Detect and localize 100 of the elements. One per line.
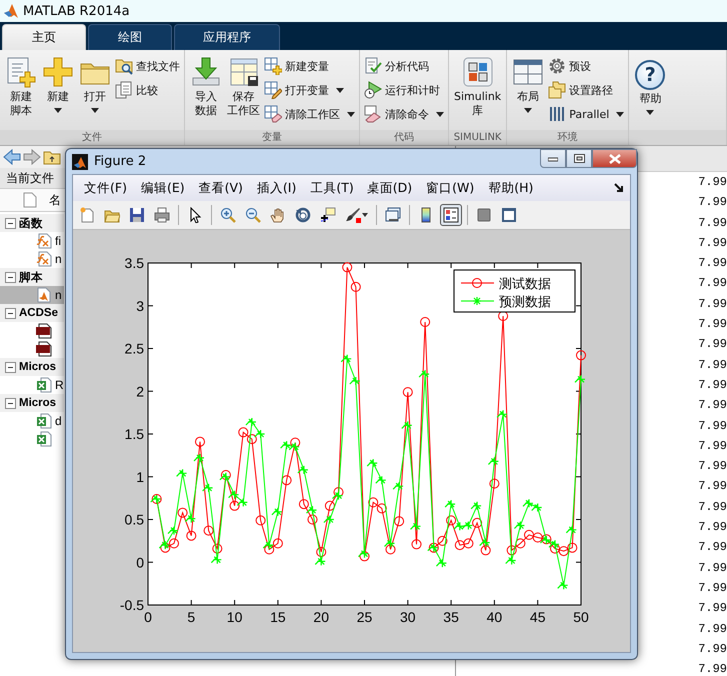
point: [558, 546, 569, 556]
rotate-icon: [295, 207, 311, 223]
tick-label: 5: [187, 609, 196, 625]
menu-item[interactable]: 帮助(H): [481, 180, 540, 196]
ribbon-button[interactable]: 比较: [114, 80, 181, 100]
ribbon-button[interactable]: 保存 工作区: [225, 54, 262, 130]
point: [470, 501, 482, 510]
column-header[interactable]: 名: [49, 192, 61, 208]
point: [236, 498, 248, 507]
output-line: 7.99: [698, 336, 727, 354]
ribbon-tab[interactable]: 主页: [2, 24, 86, 50]
output-line: 7.99: [698, 255, 727, 272]
point: [202, 483, 214, 492]
ribbon-button[interactable]: 设置路径: [547, 80, 626, 100]
file-item[interactable]: n: [0, 286, 64, 304]
close-button[interactable]: [592, 149, 637, 168]
maximize-button[interactable]: [566, 149, 592, 168]
file-item[interactable]: R: [0, 376, 64, 394]
print-icon: [154, 207, 170, 223]
ribbon-button[interactable]: 运行和计时: [363, 80, 445, 100]
ribbon-button[interactable]: 清除命令: [363, 104, 445, 124]
ribbon-button[interactable]: 布局: [510, 54, 546, 130]
point: [360, 551, 370, 562]
ribbon-button[interactable]: ? 帮助: [632, 54, 668, 130]
point: [246, 434, 257, 444]
menu-item[interactable]: 编辑(E): [134, 180, 192, 196]
zoom-out-icon: [245, 207, 261, 223]
point: [340, 354, 352, 364]
point: [437, 536, 448, 546]
minimize-button[interactable]: [540, 149, 566, 168]
tick-label: 10: [226, 609, 242, 625]
tree-group[interactable]: Micros: [0, 394, 64, 412]
ribbon-button[interactable]: 分析代码: [363, 56, 445, 76]
image-file-icon: [36, 341, 52, 357]
toolbar-button[interactable]: [440, 204, 462, 226]
point: [358, 549, 370, 558]
point: [349, 376, 360, 386]
close-icon: [608, 154, 620, 164]
square-icon: [476, 207, 492, 223]
tick-label: 3: [136, 298, 144, 314]
import-arrow-icon: [190, 56, 222, 88]
bars-icon: [548, 105, 566, 123]
ribbon-button[interactable]: 清除工作区: [263, 104, 356, 124]
dock-arrow-icon[interactable]: [614, 183, 624, 193]
ribbon-button[interactable]: 打开变量: [263, 80, 356, 100]
spreadsheet-file-icon: [36, 377, 52, 393]
play-clock-icon: [364, 81, 382, 99]
point: [298, 499, 309, 510]
output-line: 7.99: [698, 296, 727, 313]
output-line: 7.99: [698, 640, 727, 658]
tick-label: 1.5: [124, 426, 144, 442]
point: [548, 540, 560, 549]
tree-group[interactable]: ACDSe: [0, 304, 64, 322]
tree-group[interactable]: 函数: [0, 214, 64, 232]
point: [394, 516, 404, 526]
back-arrow-icon[interactable]: [3, 149, 21, 165]
menu-item[interactable]: 桌面(D): [360, 180, 420, 196]
file-item[interactable]: n: [0, 250, 64, 268]
point: [515, 538, 526, 548]
point: [212, 544, 222, 554]
point: [167, 526, 179, 536]
ribbon-button[interactable]: 查找文件: [114, 56, 181, 76]
ribbon-button[interactable]: 新建变量: [263, 56, 356, 76]
tick-label: 0.5: [124, 512, 144, 528]
output-line: 7.99: [698, 214, 727, 232]
menu-item[interactable]: 工具(T): [303, 180, 360, 196]
output-line: 7.99: [698, 458, 727, 476]
ribbon-button[interactable]: Parallel: [547, 104, 626, 124]
point: [496, 410, 508, 419]
point: [184, 514, 196, 524]
output-line: 7.99: [698, 539, 727, 556]
window-frame-icon: [501, 207, 517, 223]
point: [186, 530, 196, 541]
group-label: SIMULINK: [449, 130, 506, 145]
file-item[interactable]: d: [0, 412, 64, 430]
output-line: 7.99: [698, 316, 727, 334]
tree-group[interactable]: Micros: [0, 358, 64, 376]
point: [288, 442, 300, 452]
menu-item[interactable]: 查看(V): [192, 180, 250, 196]
ribbon-button[interactable]: 导入 数据: [188, 54, 224, 130]
folders-icon: [548, 81, 566, 99]
point: [436, 558, 447, 568]
menu-item[interactable]: 插入(I): [250, 180, 304, 196]
point: [522, 498, 534, 508]
ribbon-tab[interactable]: 绘图: [88, 24, 172, 50]
point: [158, 540, 170, 550]
ribbon-button[interactable]: 新建: [40, 54, 76, 130]
tree-group[interactable]: 脚本: [0, 268, 64, 286]
ribbon-button[interactable]: 预设: [547, 56, 626, 76]
file-item[interactable]: fi: [0, 232, 64, 250]
up-folder-icon[interactable]: [43, 149, 61, 165]
hand-icon: [270, 207, 286, 223]
ribbon-button[interactable]: 打开: [77, 54, 113, 130]
menu-item[interactable]: 窗口(W): [419, 180, 482, 196]
ribbon-button[interactable]: 新建 脚本: [3, 54, 39, 130]
legend-swatch: [460, 296, 494, 306]
ribbon-tab[interactable]: 应用程序: [174, 24, 280, 50]
point: [410, 522, 422, 531]
menu-item[interactable]: 文件(F): [77, 180, 134, 196]
ribbon-button[interactable]: Simulink 库: [452, 54, 504, 130]
